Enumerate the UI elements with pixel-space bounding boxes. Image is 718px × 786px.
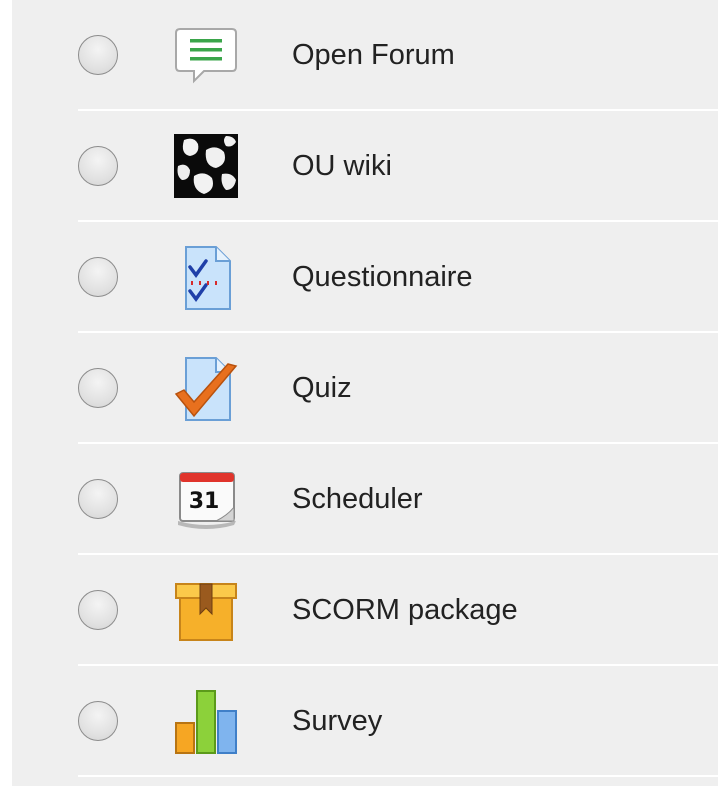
- activity-option-survey[interactable]: Survey: [12, 666, 718, 777]
- activity-label: Questionnaire: [292, 261, 473, 293]
- radio-button[interactable]: [78, 701, 118, 741]
- activity-label: SCORM package: [292, 594, 518, 626]
- questionnaire-icon: [170, 241, 242, 313]
- calendar-icon: 31: [170, 463, 242, 535]
- radio-button[interactable]: [78, 368, 118, 408]
- activity-label: Quiz: [292, 372, 352, 404]
- activity-option-quiz[interactable]: Quiz: [12, 333, 718, 444]
- radio-button[interactable]: [78, 590, 118, 630]
- activity-label: Survey: [292, 705, 383, 737]
- wiki-icon: [170, 130, 242, 202]
- activity-option-questionnaire[interactable]: Questionnaire: [12, 222, 718, 333]
- radio-button[interactable]: [78, 257, 118, 297]
- activity-label: OU wiki: [292, 150, 392, 182]
- radio-button[interactable]: [78, 479, 118, 519]
- radio-button[interactable]: [78, 146, 118, 186]
- activity-option-ou-wiki[interactable]: OU wiki: [12, 111, 718, 222]
- quiz-icon: [170, 352, 242, 424]
- forum-icon: [170, 19, 242, 91]
- bar-chart-icon: [170, 685, 242, 757]
- activity-label: Scheduler: [292, 483, 423, 515]
- package-icon: [170, 574, 242, 646]
- calendar-day-number: 31: [189, 489, 220, 514]
- radio-button[interactable]: [78, 35, 118, 75]
- divider: [78, 775, 718, 777]
- activity-chooser-list: Open Forum OU wiki Questionnaire Quiz 31…: [12, 0, 718, 786]
- activity-label: Open Forum: [292, 39, 455, 71]
- activity-option-scorm-package[interactable]: SCORM package: [12, 555, 718, 666]
- activity-option-open-forum[interactable]: Open Forum: [12, 0, 718, 111]
- activity-option-scheduler[interactable]: 31 Scheduler: [12, 444, 718, 555]
